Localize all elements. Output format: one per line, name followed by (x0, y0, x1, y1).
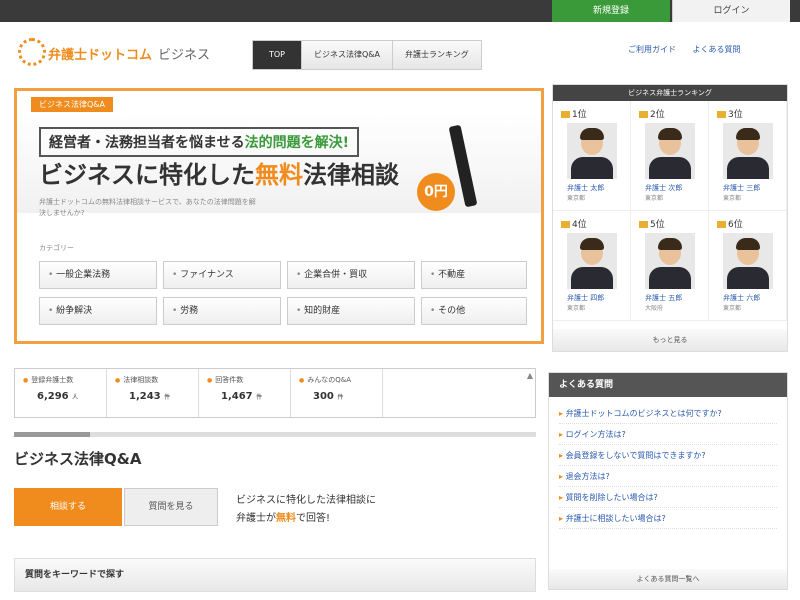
category-button[interactable]: 不動産 (421, 261, 527, 289)
lawyer-location: 東京都 (723, 305, 742, 312)
lawyer-location: 東京都 (645, 195, 664, 202)
lawyer-location: 東京都 (567, 195, 586, 202)
section-divider (14, 432, 536, 437)
stat-label: 回答件数 (207, 375, 282, 385)
lawyer-location: 大阪府 (645, 305, 664, 312)
rank-number: 3位 (717, 107, 743, 120)
header: 弁護士ドットコム ビジネス TOP ビジネス法律Q&A 弁護士ランキング ご利用ガ… (0, 22, 800, 82)
rank-number: 1位 (561, 107, 587, 120)
hero-headline-2: ビジネスに特化した無料法律相談 (39, 161, 399, 189)
keyword-search-header[interactable]: 質問をキーワードで探す (14, 558, 536, 592)
lawyer-photo[interactable] (723, 123, 773, 179)
stat-label: みんなのQ&A (299, 375, 374, 385)
hero-tag: ビジネス法律Q&A (31, 97, 114, 112)
nav-tab-qa[interactable]: ビジネス法律Q&A (301, 41, 393, 69)
stats-expand-icon[interactable]: ▲ (527, 371, 533, 380)
lawyer-ranking: ビジネス弁護士ランキング 1位 弁護士 太郎 東京都 2位 弁護士 次郎 東京都… (552, 84, 788, 352)
category-grid: 一般企業法務 ファイナンス 企業合併・買収 不動産 紛争解決 労務 知的財産 そ… (39, 261, 529, 325)
stats-bar: 登録弁護士数 6,296 人 法律相談数 1,243 件 回答件数 1,467 … (14, 368, 536, 418)
category-heading: カテゴリー (39, 244, 74, 252)
rank-number: 2位 (639, 107, 665, 120)
faq-link[interactable]: 質問を削除したい場合は? (559, 487, 777, 508)
faq-link[interactable]: よくある質問 (693, 45, 741, 54)
category-button[interactable]: 知的財産 (287, 297, 415, 325)
rank-number: 6位 (717, 217, 743, 230)
category-button[interactable]: 一般企業法務 (39, 261, 157, 289)
guide-link[interactable]: ご利用ガイド (628, 45, 676, 54)
stat-value: 300 件 (313, 391, 344, 402)
faq-link[interactable]: 退会方法は? (559, 466, 777, 487)
category-button[interactable]: ファイナンス (163, 261, 281, 289)
lawyer-photo[interactable] (645, 233, 695, 289)
ranking-item[interactable]: 5位 弁護士 五郎 大阪府 (631, 211, 709, 321)
faq-link[interactable]: ログイン方法は? (559, 424, 777, 445)
nav-tab-ranking[interactable]: 弁護士ランキング (392, 41, 481, 69)
qa-description: ビジネスに特化した法律相談に 弁護士が無料で回答! (236, 495, 376, 524)
stat-item: 法律相談数 1,243 件 (107, 369, 199, 417)
hero-panel: ビジネス法律Q&A 経営者・法務担当者を悩ませる法的問題を解決! ビジネスに特化… (14, 88, 544, 344)
faq-more-button[interactable]: よくある質問一覧へ (549, 569, 787, 589)
ranking-item[interactable]: 1位 弁護士 太郎 東京都 (553, 101, 631, 211)
lawyer-name[interactable]: 弁護士 太郎 (567, 183, 604, 193)
nav-tab-top[interactable]: TOP (253, 41, 301, 69)
ranking-more-button[interactable]: もっと見る (553, 329, 787, 351)
free-badge: 0円 (417, 173, 455, 211)
lawyer-name[interactable]: 弁護士 次郎 (645, 183, 682, 193)
stat-item: 登録弁護士数 6,296 人 (15, 369, 107, 417)
hero-subtext: 弁護士ドットコムの無料法律相談サービスで、あなたの法律問題を解決しませんか? (39, 198, 256, 217)
header-links: ご利用ガイド よくある質問 (628, 44, 755, 55)
browse-questions-button[interactable]: 質問を見る (124, 488, 218, 526)
ranking-item[interactable]: 3位 弁護士 三郎 東京都 (709, 101, 787, 211)
lawyer-name[interactable]: 弁護士 六郎 (723, 293, 760, 303)
register-button[interactable]: 新規登録 (552, 0, 670, 22)
lawyer-location: 東京都 (723, 195, 742, 202)
faq-link[interactable]: 弁護士に相談したい場合は? (559, 508, 777, 529)
qa-section-title: ビジネス法律Q&A (14, 450, 142, 468)
rank-number: 5位 (639, 217, 665, 230)
stat-item: みんなのQ&A 300 件 (291, 369, 383, 417)
stat-value: 1,243 件 (129, 391, 171, 402)
lawyer-photo[interactable] (723, 233, 773, 289)
rank-number: 4位 (561, 217, 587, 230)
site-logo[interactable]: 弁護士ドットコム ビジネス (18, 36, 228, 72)
ask-question-button[interactable]: 相談する (14, 488, 122, 526)
faq-title: よくある質問 (549, 373, 787, 397)
lawyer-photo[interactable] (567, 123, 617, 179)
ranking-title: ビジネス弁護士ランキング (553, 85, 787, 101)
lawyer-photo[interactable] (645, 123, 695, 179)
logo-mark-icon (18, 38, 46, 66)
lawyer-name[interactable]: 弁護士 五郎 (645, 293, 682, 303)
top-bar: 新規登録 ログイン (0, 0, 800, 22)
stat-label: 法律相談数 (115, 375, 190, 385)
faq-link[interactable]: 会員登録をしないで質問はできますか? (559, 445, 777, 466)
stat-item: 回答件数 1,467 件 (199, 369, 291, 417)
main-nav: TOP ビジネス法律Q&A 弁護士ランキング (252, 40, 482, 70)
lawyer-location: 東京都 (567, 305, 586, 312)
category-button[interactable]: 紛争解決 (39, 297, 157, 325)
ranking-item[interactable]: 4位 弁護士 四郎 東京都 (553, 211, 631, 321)
login-button[interactable]: ログイン (672, 0, 790, 22)
faq-panel: よくある質問 弁護士ドットコムのビジネスとは何ですか? ログイン方法は? 会員登… (548, 372, 788, 590)
category-button[interactable]: 企業合併・買収 (287, 261, 415, 289)
lawyer-photo[interactable] (567, 233, 617, 289)
hero-headline-1: 経営者・法務担当者を悩ませる法的問題を解決! (39, 127, 359, 157)
ranking-item[interactable]: 2位 弁護士 次郎 東京都 (631, 101, 709, 211)
stat-label: 登録弁護士数 (23, 375, 98, 385)
faq-link[interactable]: 弁護士ドットコムのビジネスとは何ですか? (559, 403, 777, 424)
ranking-item[interactable]: 6位 弁護士 六郎 東京都 (709, 211, 787, 321)
lawyer-name[interactable]: 弁護士 四郎 (567, 293, 604, 303)
logo-text: 弁護士ドットコム ビジネス (48, 48, 211, 63)
lawyer-name[interactable]: 弁護士 三郎 (723, 183, 760, 193)
category-button[interactable]: 労務 (163, 297, 281, 325)
stat-value: 6,296 人 (37, 391, 79, 402)
stat-value: 1,467 件 (221, 391, 263, 402)
category-button[interactable]: その他 (421, 297, 527, 325)
